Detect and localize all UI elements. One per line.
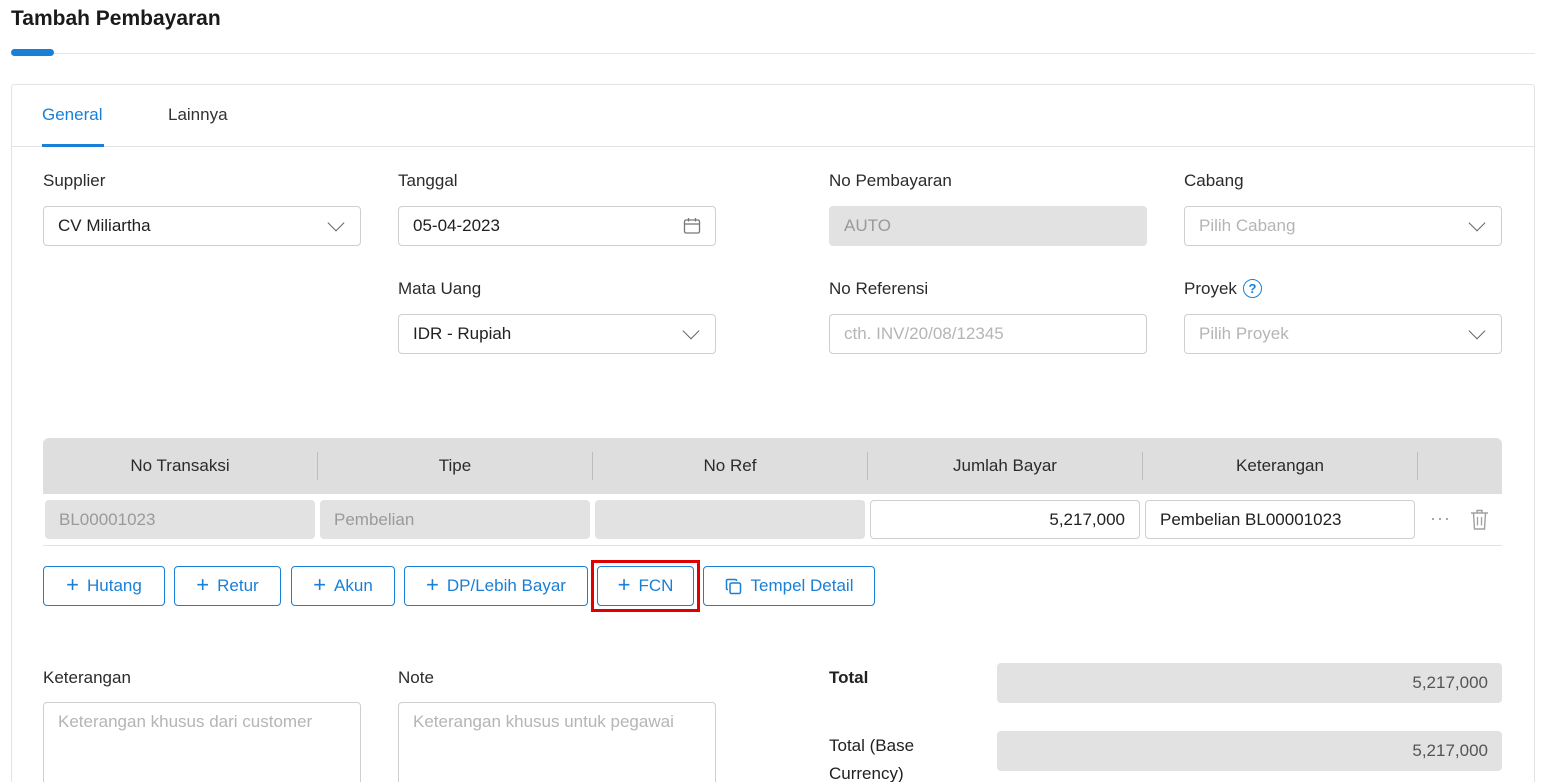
total-label: Total — [829, 668, 869, 687]
no-referensi-input[interactable]: cth. INV/20/08/12345 — [829, 314, 1147, 354]
chevron-down-icon — [327, 214, 345, 232]
add-dp-label: DP/Lebih Bayar — [446, 576, 566, 595]
note-textarea[interactable]: Keterangan khusus untuk pegawai — [398, 702, 716, 782]
cabang-select[interactable]: Pilih Cabang — [1184, 206, 1502, 246]
column-separator — [1417, 452, 1418, 480]
trash-icon[interactable] — [1470, 509, 1489, 530]
tanggal-date-input[interactable]: 05-04-2023 — [398, 206, 716, 246]
plus-icon: + — [313, 572, 327, 597]
proyek-label: Proyek — [1184, 279, 1237, 298]
no-pembayaran-label: No Pembayaran — [829, 171, 952, 190]
no-pembayaran-value: AUTO — [844, 216, 891, 235]
proyek-placeholder: Pilih Proyek — [1199, 324, 1289, 343]
no-referensi-label: No Referensi — [829, 279, 929, 298]
column-header-keterangan: Keterangan — [1236, 456, 1324, 475]
cell-no-ref — [595, 500, 865, 539]
chevron-down-icon — [682, 322, 700, 340]
calendar-icon[interactable] — [683, 217, 701, 235]
add-akun-label: Akun — [334, 576, 373, 595]
add-retur-label: Retur — [217, 576, 259, 595]
total-base-label-line2: Currency) — [829, 764, 904, 782]
cabang-placeholder: Pilih Cabang — [1199, 216, 1296, 235]
plus-icon: + — [196, 572, 210, 597]
mata-uang-select[interactable]: IDR - Rupiah — [398, 314, 716, 354]
tanggal-value: 05-04-2023 — [413, 216, 500, 235]
help-icon[interactable]: ? — [1243, 279, 1262, 298]
title-underline — [11, 49, 54, 56]
total-base-currency-value: 5,217,000 — [997, 731, 1502, 771]
cabang-label: Cabang — [1184, 171, 1244, 190]
column-header-no-transaksi: No Transaksi — [130, 456, 230, 475]
plus-icon: + — [66, 572, 80, 597]
keterangan-textarea[interactable]: Keterangan khusus dari customer — [43, 702, 361, 782]
more-options-icon[interactable]: ··· — [1430, 508, 1451, 529]
active-tab-indicator — [42, 144, 104, 147]
supplier-select[interactable]: CV Miliartha — [43, 206, 361, 246]
column-header-jumlah-bayar: Jumlah Bayar — [953, 456, 1057, 475]
tempel-detail-button[interactable]: Tempel Detail — [703, 566, 875, 606]
column-header-tipe: Tipe — [438, 456, 472, 475]
chevron-down-icon — [1468, 214, 1486, 232]
total-base-label-line1: Total (Base — [829, 736, 915, 755]
table-header: No Transaksi Tipe No Ref Jumlah Bayar Ke… — [43, 438, 1502, 494]
chevron-down-icon — [1468, 322, 1486, 340]
tanggal-label: Tanggal — [398, 171, 458, 190]
keterangan-label: Keterangan — [43, 668, 131, 687]
no-referensi-placeholder: cth. INV/20/08/12345 — [844, 324, 1004, 343]
jumlah-bayar-input[interactable]: 5,217,000 — [870, 500, 1140, 539]
add-hutang-label: Hutang — [87, 576, 142, 595]
title-divider — [54, 53, 1535, 54]
supplier-value: CV Miliartha — [58, 216, 151, 235]
tab-general[interactable]: General — [42, 105, 102, 125]
keterangan-row-input[interactable]: Pembelian BL00001023 — [1145, 500, 1415, 539]
cell-no-transaksi: BL00001023 — [45, 500, 315, 539]
tab-bar: General Lainnya — [12, 85, 1534, 147]
note-label: Note — [398, 668, 434, 687]
plus-icon: + — [426, 572, 439, 597]
proyek-select[interactable]: Pilih Proyek — [1184, 314, 1502, 354]
copy-icon — [725, 578, 741, 594]
add-hutang-button[interactable]: + Hutang — [43, 566, 165, 606]
mata-uang-value: IDR - Rupiah — [413, 324, 512, 343]
supplier-label: Supplier — [43, 171, 106, 190]
tab-lainnya[interactable]: Lainnya — [168, 105, 228, 125]
cell-tipe: Pembelian — [320, 500, 590, 539]
tempel-detail-label: Tempel Detail — [750, 576, 854, 595]
row-divider — [43, 545, 1502, 546]
column-header-no-ref: No Ref — [703, 456, 757, 475]
highlight-box — [591, 560, 700, 612]
no-pembayaran-field: AUTO — [829, 206, 1147, 246]
total-base-currency-label: Total (Base Currency) — [829, 732, 914, 782]
add-akun-button[interactable]: + Akun — [291, 566, 395, 606]
page-title: Tambah Pembayaran — [11, 7, 221, 30]
mata-uang-label: Mata Uang — [398, 279, 482, 298]
add-dp-lebih-bayar-button[interactable]: + DP/Lebih Bayar — [404, 566, 588, 606]
total-value: 5,217,000 — [997, 663, 1502, 703]
add-retur-button[interactable]: + Retur — [174, 566, 281, 606]
